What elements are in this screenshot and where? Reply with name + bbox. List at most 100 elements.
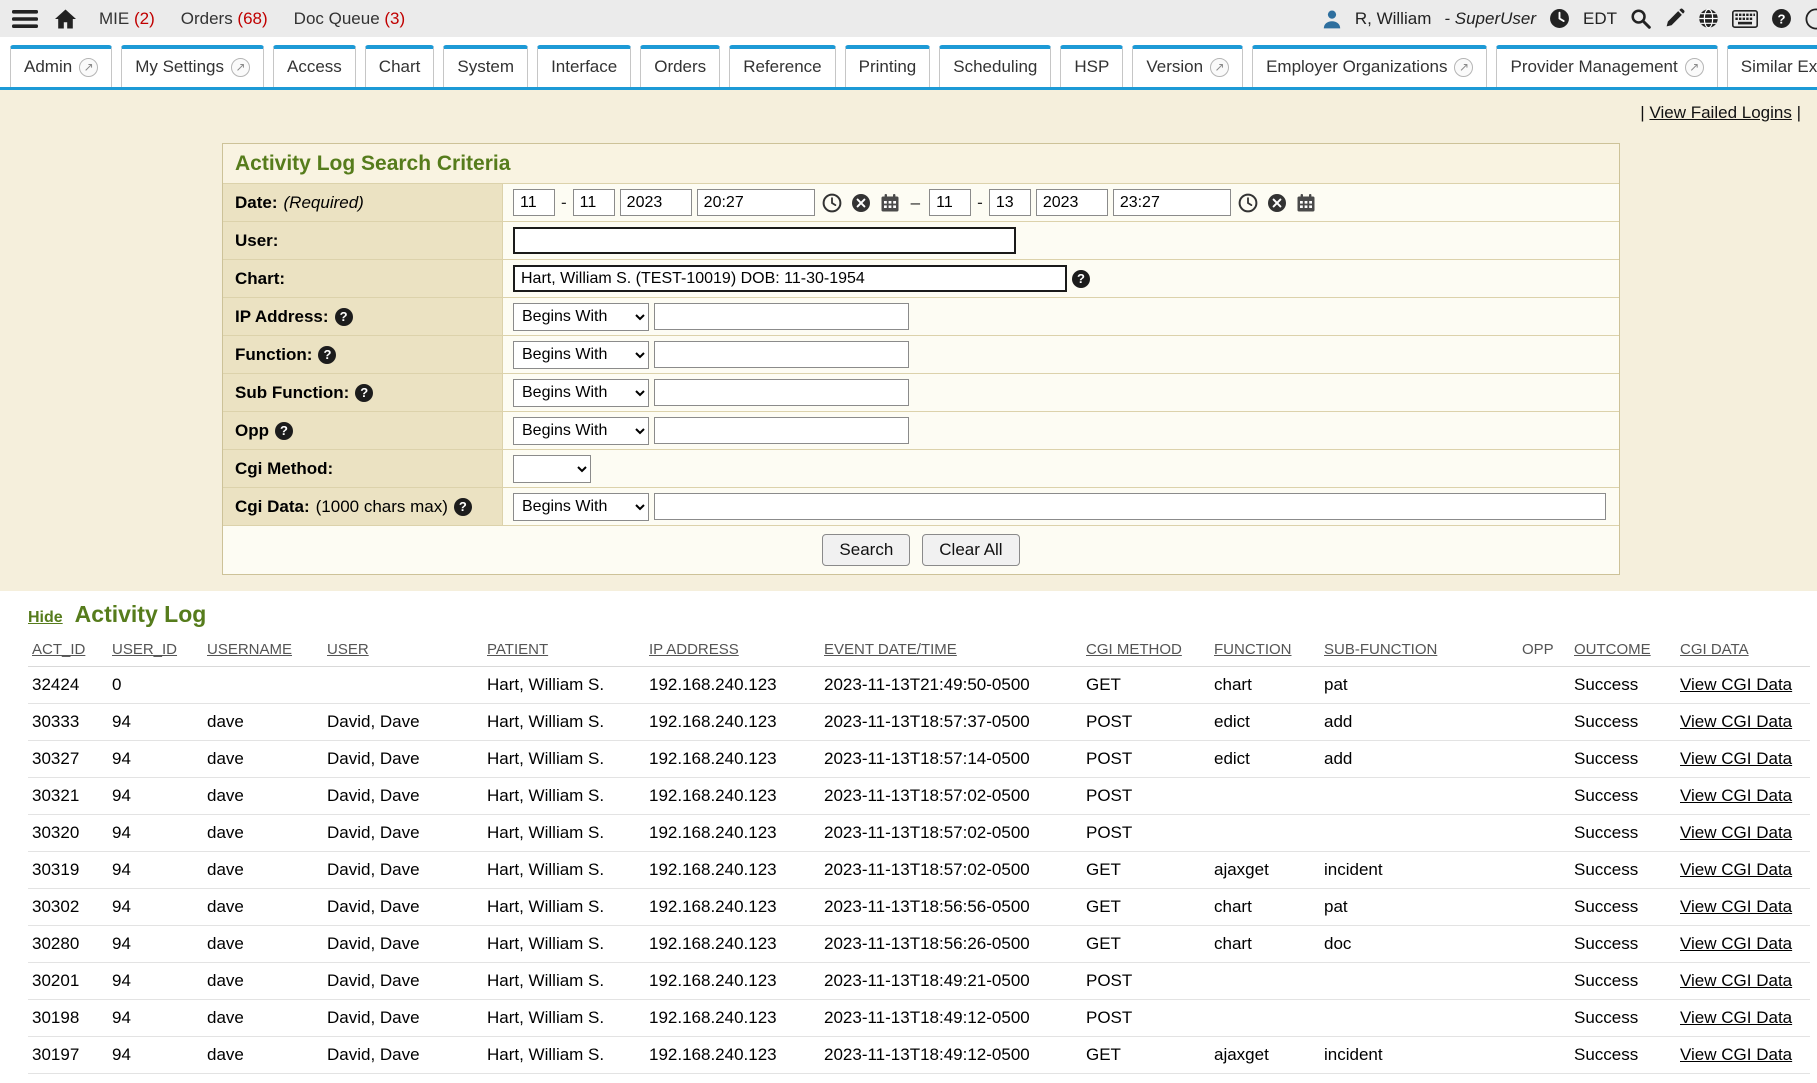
tab-chart[interactable]: Chart [365,45,435,87]
edit-pen-icon[interactable] [1664,8,1685,29]
profile-circle-icon[interactable] [1805,8,1817,30]
tab-interface[interactable]: Interface [537,45,631,87]
tab-orders[interactable]: Orders [640,45,720,87]
cgi-method-select[interactable] [513,455,591,483]
home-icon[interactable] [54,9,77,29]
ip-address-help-icon[interactable]: ? [335,308,353,326]
tab-employer-organizations[interactable]: Employer Organizations↗ [1252,45,1487,87]
user-input[interactable] [513,227,1016,254]
column-header-event-date-time[interactable]: EVENT DATE/TIME [820,632,1082,667]
to-clear-icon[interactable] [1267,193,1287,213]
opp-help-icon[interactable]: ? [275,422,293,440]
tab-access[interactable]: Access [273,45,356,87]
date-to-year-input[interactable] [1036,189,1108,216]
date-from-time-input[interactable] [697,189,815,216]
sub-function-operator-select[interactable]: Begins With [513,379,649,407]
search-button[interactable]: Search [822,534,910,566]
view-cgi-data-link[interactable]: View CGI Data [1680,934,1792,953]
tab-similar-exposures[interactable]: Similar Exposures [1727,45,1817,87]
function-help-icon[interactable]: ? [318,346,336,364]
nav-doc-queue[interactable]: Doc Queue (3) [294,9,406,29]
column-header-patient[interactable]: PATIENT [483,632,645,667]
cell-function [1210,963,1320,1000]
date-to-month-input[interactable] [929,189,971,216]
view-cgi-data-link[interactable]: View CGI Data [1680,712,1792,731]
column-header-username[interactable]: USERNAME [203,632,323,667]
column-header-user[interactable]: USER [323,632,483,667]
tab-scheduling[interactable]: Scheduling [939,45,1051,87]
ip-operator-select[interactable]: Begins With [513,303,649,331]
from-clear-icon[interactable] [851,193,871,213]
sub-function-help-icon[interactable]: ? [355,384,373,402]
tab-my-settings[interactable]: My Settings↗ [121,45,264,87]
column-header-cgi-data[interactable]: CGI DATA [1676,632,1810,667]
date-to-time-input[interactable] [1113,189,1231,216]
function-input[interactable] [654,341,909,368]
clear-all-button[interactable]: Clear All [922,534,1019,566]
hide-link[interactable]: Hide [28,609,63,627]
search-icon[interactable] [1630,8,1651,29]
view-cgi-data-link[interactable]: View CGI Data [1680,1045,1792,1064]
column-header-label: CGI METHOD [1086,641,1182,658]
date-from-year-input[interactable] [620,189,692,216]
date-from-day-input[interactable] [573,189,615,216]
cell-cgi-data: View CGI Data [1676,778,1810,815]
tab-provider-management[interactable]: Provider Management↗ [1496,45,1717,87]
tab-printing[interactable]: Printing [845,45,931,87]
column-header-sub-function[interactable]: SUB-FUNCTION [1320,632,1518,667]
cgi-data-operator-select[interactable]: Begins With [513,493,649,521]
cell-cgi-data: View CGI Data [1676,704,1810,741]
cgi-data-help-icon[interactable]: ? [454,498,472,516]
tab-version[interactable]: Version↗ [1132,45,1243,87]
cell-opp [1518,815,1570,852]
sub-function-input[interactable] [654,379,909,406]
from-time-picker-icon[interactable] [822,193,842,213]
help-icon[interactable]: ? [1771,8,1792,29]
column-header-cgi-method[interactable]: CGI METHOD [1082,632,1210,667]
globe-icon[interactable] [1698,8,1719,29]
view-cgi-data-link[interactable]: View CGI Data [1680,749,1792,768]
clock-icon[interactable] [1549,8,1570,29]
view-cgi-data-link[interactable]: View CGI Data [1680,860,1792,879]
chart-help-icon[interactable]: ? [1072,270,1090,288]
column-header-outcome[interactable]: OUTCOME [1570,632,1676,667]
to-calendar-icon[interactable] [1296,193,1316,213]
view-failed-logins-link[interactable]: View Failed Logins [1649,103,1791,122]
ip-address-input[interactable] [654,303,909,330]
nav-orders[interactable]: Orders (68) [181,9,268,29]
opp-input[interactable] [654,417,909,444]
cell-opp [1518,926,1570,963]
top-bar: MIE (2) Orders (68) Doc Queue (3) R, Willi… [0,0,1817,37]
tab-reference[interactable]: Reference [729,45,835,87]
date-to-day-input[interactable] [989,189,1031,216]
tab-admin[interactable]: Admin↗ [10,45,112,87]
chart-input[interactable] [513,265,1067,292]
nav-mie[interactable]: MIE (2) [99,9,155,29]
menu-icon[interactable] [12,9,38,29]
view-cgi-data-link[interactable]: View CGI Data [1680,675,1792,694]
column-header-function[interactable]: FUNCTION [1210,632,1320,667]
opp-operator-select[interactable]: Begins With [513,417,649,445]
cgi-data-input[interactable] [654,493,1606,520]
column-header-ip-address[interactable]: IP ADDRESS [645,632,820,667]
view-cgi-data-link[interactable]: View CGI Data [1680,786,1792,805]
column-header-user-id[interactable]: USER_ID [108,632,203,667]
activity-log-title: Activity Log [75,601,207,628]
column-header-act-id[interactable]: ACT_ID [28,632,108,667]
keyboard-icon[interactable] [1732,10,1758,28]
view-cgi-data-link[interactable]: View CGI Data [1680,971,1792,990]
from-calendar-icon[interactable] [880,193,900,213]
cell-act-id: 30319 [28,852,108,889]
date-from-month-input[interactable] [513,189,555,216]
view-cgi-data-link[interactable]: View CGI Data [1680,897,1792,916]
function-operator-select[interactable]: Begins With [513,341,649,369]
tab-hsp[interactable]: HSP [1060,45,1123,87]
to-time-picker-icon[interactable] [1238,193,1258,213]
tab-system[interactable]: System [443,45,528,87]
cell-patient: Hart, William S. [483,1037,645,1074]
cell-function: edict [1210,704,1320,741]
view-cgi-data-link[interactable]: View CGI Data [1680,823,1792,842]
view-cgi-data-link[interactable]: View CGI Data [1680,1008,1792,1027]
current-user-name[interactable]: R, William [1355,9,1432,29]
cell-event-date-time: 2023-11-13T18:57:02-0500 [820,778,1082,815]
